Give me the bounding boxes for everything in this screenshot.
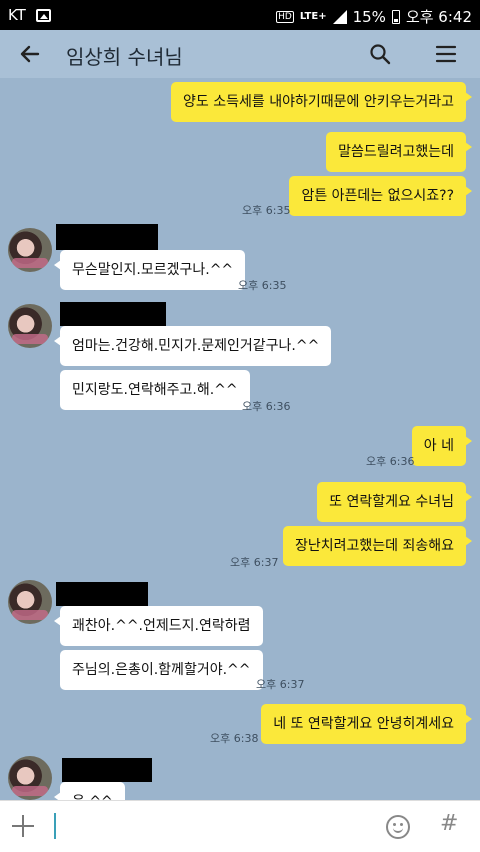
image-notification-icon: [35, 8, 51, 22]
text-cursor: [54, 813, 56, 839]
redacted-name: [56, 224, 158, 250]
message-bubble[interactable]: 괘찬아.^^.언제드지.연락하렴: [54, 606, 263, 646]
message-bubble[interactable]: 양도 소득세를 내야하기때문에 안키우는거라고: [171, 82, 472, 122]
chat-area[interactable]: 양도 소득세를 내야하기때문에 안키우는거라고 말씀드릴려고했는데 암튼 아픈데…: [0, 78, 480, 800]
message-bubble[interactable]: 암튼 아픈데는 없으시죠??: [289, 176, 472, 216]
battery-icon: [391, 9, 400, 24]
message-bubble[interactable]: 주님의.은총이.함께할거야.^^: [60, 650, 263, 690]
hash-icon[interactable]: #: [440, 811, 458, 836]
message-time: 오후 6:36: [242, 400, 291, 413]
arrow-left-icon: [20, 45, 40, 63]
message-bubble[interactable]: 무슨말인지.모르겠구나.^^: [53, 250, 246, 290]
message-bubble[interactable]: 말씀드릴려고했는데: [326, 132, 472, 172]
chat-header: 임상희 수녀님: [0, 30, 480, 78]
back-button[interactable]: [16, 40, 44, 68]
message-bubble[interactable]: 아 네: [411, 426, 473, 466]
message-time: 오후 6:35: [242, 204, 291, 217]
message-time: 오후 6:35: [238, 279, 287, 292]
battery-percent: 15%: [352, 7, 386, 26]
hd-voice-icon: HD: [276, 10, 294, 23]
redacted-name: [60, 302, 166, 326]
plus-icon[interactable]: [10, 813, 36, 839]
lte-indicator: LTE+: [299, 11, 327, 22]
message-bubble[interactable]: 민지랑도.연락해주고.해.^^: [60, 370, 250, 410]
avatar[interactable]: [8, 756, 52, 800]
hamburger-menu-icon: [435, 45, 457, 63]
message-bubble[interactable]: 장난치려고했는데 죄송해요: [282, 526, 473, 566]
signal-icon: [332, 9, 347, 24]
chat-title: 임상희 수녀님: [66, 45, 183, 69]
menu-button[interactable]: [432, 40, 460, 68]
message-bubble[interactable]: 응.^^: [54, 782, 125, 800]
clock: 오후 6:42: [405, 8, 472, 26]
carrier-label: KT: [8, 6, 26, 24]
message-time: 오후 6:36: [366, 455, 415, 468]
emoji-icon[interactable]: [386, 815, 410, 839]
search-icon: [370, 44, 391, 65]
status-bar: KT HD LTE+ 15% 오후 6:42: [0, 0, 480, 30]
avatar[interactable]: [8, 580, 52, 624]
redacted-name: [62, 758, 152, 782]
search-button[interactable]: [366, 40, 394, 68]
redacted-name: [56, 582, 148, 606]
message-bubble[interactable]: 네 또 연락할게요 안녕히계세요: [261, 704, 472, 744]
message-time: 오후 6:37: [256, 678, 305, 691]
message-bubble[interactable]: 엄마는.건강해.민지가.문제인거같구나.^^: [53, 326, 332, 366]
avatar[interactable]: [8, 304, 52, 348]
message-bubble[interactable]: 또 연락할게요 수녀님: [317, 482, 472, 522]
message-input[interactable]: [58, 811, 358, 843]
message-time: 오후 6:37: [230, 556, 279, 569]
message-input-bar: #: [0, 800, 480, 852]
avatar[interactable]: [8, 228, 52, 272]
message-time: 오후 6:38: [210, 732, 259, 745]
